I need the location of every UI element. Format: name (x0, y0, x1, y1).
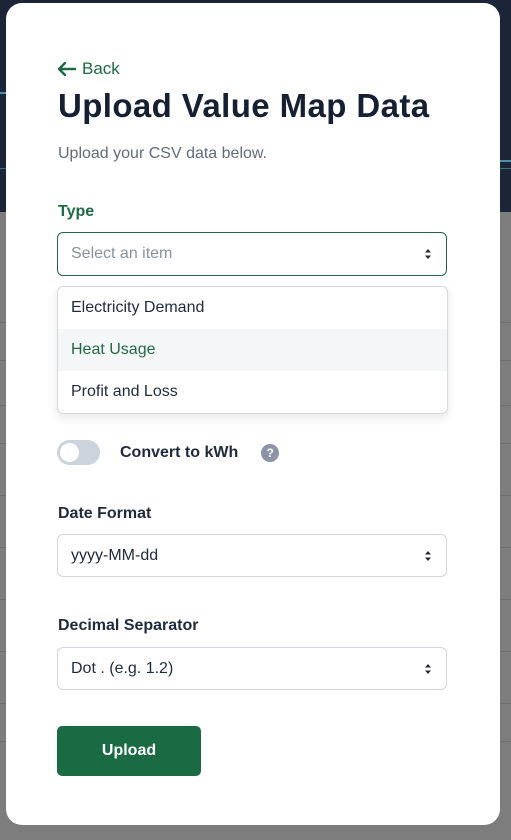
type-select-placeholder: Select an item (71, 245, 173, 262)
type-select[interactable]: Select an item (57, 232, 447, 276)
decimal-separator-select[interactable]: Dot . (e.g. 1.2) (57, 647, 447, 690)
dropdown-option-electricity-demand[interactable]: Electricity Demand (58, 287, 447, 329)
updown-caret-icon (425, 249, 431, 259)
date-format-value: yyyy-MM-dd (71, 546, 159, 564)
question-circle-icon[interactable]: ? (261, 443, 280, 462)
back-label: Back (82, 59, 120, 78)
date-format-select[interactable]: yyyy-MM-dd (57, 534, 447, 577)
page-title: Upload Value Map Data (58, 87, 430, 124)
dropdown-option-profit-and-loss[interactable]: Profit and Loss (58, 371, 447, 413)
convert-kwh-row: Convert to kWh ? (57, 440, 280, 465)
dropdown-option-heat-usage[interactable]: Heat Usage (58, 329, 447, 371)
upload-button[interactable]: Upload (57, 726, 201, 776)
back-link[interactable]: Back (58, 59, 120, 79)
type-label: Type (58, 203, 95, 220)
decimal-separator-label: Decimal Separator (58, 617, 199, 634)
updown-caret-icon (425, 663, 431, 674)
toggle-knob (60, 443, 79, 462)
decimal-separator-value: Dot . (e.g. 1.2) (71, 659, 174, 677)
arrow-left-icon (58, 62, 76, 76)
backdrop-tab-right (499, 140, 511, 162)
upload-modal: Back Upload Value Map Data Upload your C… (6, 3, 500, 825)
convert-kwh-toggle[interactable] (57, 440, 100, 465)
updown-caret-icon (425, 550, 431, 561)
type-dropdown-menu: Electricity Demand Heat Usage Profit and… (57, 286, 448, 414)
date-format-label: Date Format (58, 505, 152, 522)
page-subtitle: Upload your CSV data below. (58, 145, 268, 162)
convert-kwh-label: Convert to kWh (120, 443, 239, 461)
